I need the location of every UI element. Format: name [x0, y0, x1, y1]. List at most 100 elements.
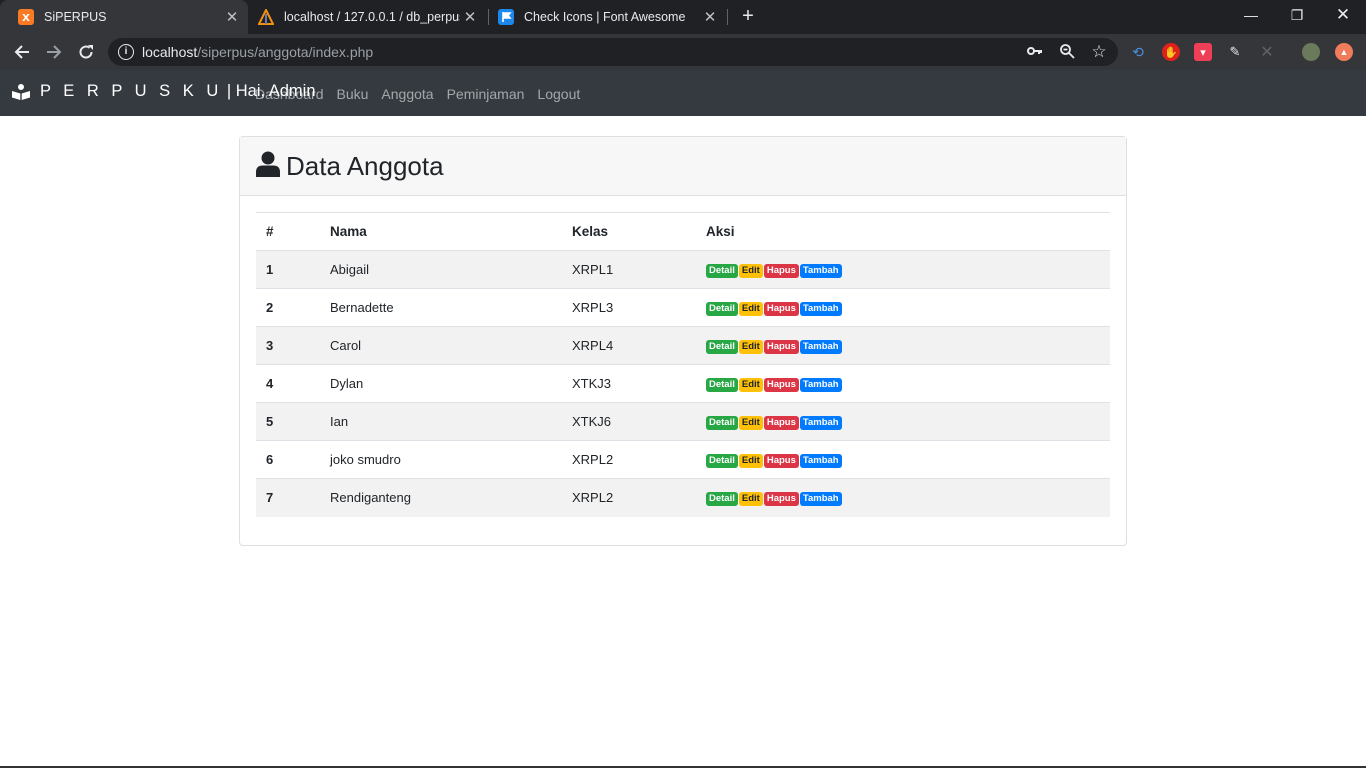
edit-button[interactable]: Edit — [738, 378, 763, 392]
hapus-button[interactable]: Hapus — [763, 492, 799, 507]
detail-button[interactable]: Detail — [706, 378, 738, 392]
tambah-button[interactable]: Tambah — [799, 416, 842, 430]
edit-button[interactable]: Edit — [738, 492, 763, 507]
hapus-button[interactable]: Hapus — [763, 302, 799, 316]
row-nama: Ian — [320, 402, 562, 441]
close-tab-icon[interactable]: ✕ — [700, 8, 720, 26]
hapus-button[interactable]: Hapus — [763, 454, 799, 468]
nav-link-logout[interactable]: Logout — [537, 86, 580, 102]
tab-divider — [727, 9, 728, 25]
bookmark-star-icon[interactable]: ☆ — [1090, 43, 1108, 61]
hapus-button[interactable]: Hapus — [763, 340, 799, 354]
nav-link-buku[interactable]: Buku — [337, 86, 369, 102]
row-kelas: XRPL3 — [562, 288, 696, 327]
detail-button[interactable]: Detail — [706, 340, 738, 354]
column-header-number: # — [256, 212, 320, 251]
extension-pocket-icon[interactable]: ▾ — [1194, 43, 1212, 61]
extension-adblock-icon[interactable]: ✋ — [1162, 43, 1180, 61]
row-nama: Carol — [320, 326, 562, 365]
row-nama: Abigail — [320, 250, 562, 289]
row-number: 7 — [256, 478, 320, 517]
browser-tab-1[interactable]: localhost / 127.0.0.1 / db_perpus ✕ — [248, 0, 488, 34]
table-row: 5 Ian XTKJ6 Detail Edit Hapus Tambah — [256, 402, 1110, 441]
browser-tab-0[interactable]: X SiPERPUS ✕ — [0, 0, 248, 34]
table-row: 4 Dylan XTKJ3 Detail Edit Hapus Tambah — [256, 364, 1110, 403]
tambah-button[interactable]: Tambah — [799, 454, 842, 468]
back-icon[interactable] — [9, 39, 35, 65]
site-info-icon[interactable]: i — [118, 44, 134, 60]
update-icon[interactable]: ▲ — [1335, 43, 1353, 61]
row-actions: Detail Edit Hapus Tambah — [696, 288, 1110, 327]
browser-tabstrip: X SiPERPUS ✕ localhost / 127.0.0.1 / db_… — [0, 0, 1366, 34]
card-body: # Nama Kelas Aksi 1 Abigail XRPL1 Detail Edi… — [240, 196, 1126, 533]
table-row: 3 Carol XRPL4 Detail Edit Hapus Tambah — [256, 326, 1110, 365]
tambah-button[interactable]: Tambah — [799, 378, 842, 392]
hapus-button[interactable]: Hapus — [763, 416, 799, 430]
brand-name: P E R P U S K U — [40, 82, 223, 100]
row-number: 3 — [256, 326, 320, 365]
row-actions: Detail Edit Hapus Tambah — [696, 478, 1110, 517]
new-tab-icon[interactable]: + — [737, 5, 759, 27]
extension-x-icon[interactable]: ✕ — [1258, 43, 1276, 61]
url-text[interactable]: localhost/siperpus/anggota/index.php — [142, 44, 373, 60]
app-navbar: P E R P U S K U | Hai, Admin Dashboard B… — [0, 70, 1366, 116]
row-nama: Bernadette — [320, 288, 562, 327]
table-row: 1 Abigail XRPL1 Detail Edit Hapus Tambah — [256, 250, 1110, 289]
detail-button[interactable]: Detail — [706, 416, 738, 430]
row-number: 2 — [256, 288, 320, 327]
extension-pen-icon[interactable]: ✎ — [1226, 43, 1244, 61]
row-kelas: XRPL4 — [562, 326, 696, 365]
hapus-button[interactable]: Hapus — [763, 264, 799, 278]
close-tab-icon[interactable]: ✕ — [222, 8, 242, 26]
detail-button[interactable]: Detail — [706, 454, 738, 468]
edit-button[interactable]: Edit — [738, 264, 763, 278]
nav-link-dashboard[interactable]: Dashboard — [255, 86, 324, 102]
close-window-icon[interactable]: ✕ — [1320, 0, 1366, 30]
nav-link-peminjaman[interactable]: Peminjaman — [447, 86, 525, 102]
row-number: 4 — [256, 364, 320, 403]
column-header-kelas: Kelas — [562, 212, 696, 251]
minimize-icon[interactable]: — — [1228, 0, 1274, 30]
flag-icon — [498, 9, 514, 25]
close-tab-icon[interactable]: ✕ — [460, 8, 480, 26]
reload-icon[interactable] — [73, 39, 99, 65]
restore-icon[interactable]: ❐ — [1274, 0, 1320, 30]
anggota-table: # Nama Kelas Aksi 1 Abigail XRPL1 Detail Edi… — [256, 212, 1110, 517]
table-row: 2 Bernadette XRPL3 Detail Edit Hapus Tambah — [256, 288, 1110, 327]
row-number: 5 — [256, 402, 320, 441]
tambah-button[interactable]: Tambah — [799, 340, 842, 354]
column-header-nama: Nama — [320, 212, 562, 251]
browser-tab-2[interactable]: Check Icons | Font Awesome ✕ — [488, 0, 728, 34]
row-actions: Detail Edit Hapus Tambah — [696, 440, 1110, 479]
tambah-button[interactable]: Tambah — [799, 264, 842, 278]
extension-sync-icon[interactable]: ⟲ — [1129, 43, 1147, 61]
row-kelas: XTKJ6 — [562, 402, 696, 441]
tambah-button[interactable]: Tambah — [799, 492, 842, 507]
detail-button[interactable]: Detail — [706, 302, 738, 316]
table-header-row: # Nama Kelas Aksi — [256, 212, 1110, 251]
card-header: Data Anggota — [240, 137, 1126, 196]
profile-avatar[interactable] — [1302, 43, 1320, 61]
svg-text:X: X — [22, 13, 30, 24]
tab-title: Check Icons | Font Awesome — [524, 10, 686, 24]
row-nama: Dylan — [320, 364, 562, 403]
tambah-button[interactable]: Tambah — [799, 302, 842, 316]
phpmyadmin-icon — [258, 9, 274, 25]
zoom-icon[interactable] — [1058, 43, 1076, 61]
hapus-button[interactable]: Hapus — [763, 378, 799, 392]
edit-button[interactable]: Edit — [738, 340, 763, 354]
table-row: 6 joko smudro XRPL2 Detail Edit Hapus Tambah — [256, 440, 1110, 479]
edit-button[interactable]: Edit — [738, 302, 763, 316]
navbar-links: Dashboard Buku Anggota Peminjaman Logout — [255, 86, 580, 102]
row-kelas: XTKJ3 — [562, 364, 696, 403]
nav-link-anggota[interactable]: Anggota — [381, 86, 433, 102]
edit-button[interactable]: Edit — [738, 416, 763, 430]
row-number: 6 — [256, 440, 320, 479]
key-icon[interactable] — [1026, 43, 1044, 61]
forward-icon[interactable] — [41, 39, 67, 65]
address-bar[interactable]: i localhost/siperpus/anggota/index.php ☆ — [108, 38, 1118, 66]
edit-button[interactable]: Edit — [738, 454, 763, 468]
detail-button[interactable]: Detail — [706, 264, 738, 278]
detail-button[interactable]: Detail — [706, 492, 738, 507]
row-actions: Detail Edit Hapus Tambah — [696, 250, 1110, 289]
